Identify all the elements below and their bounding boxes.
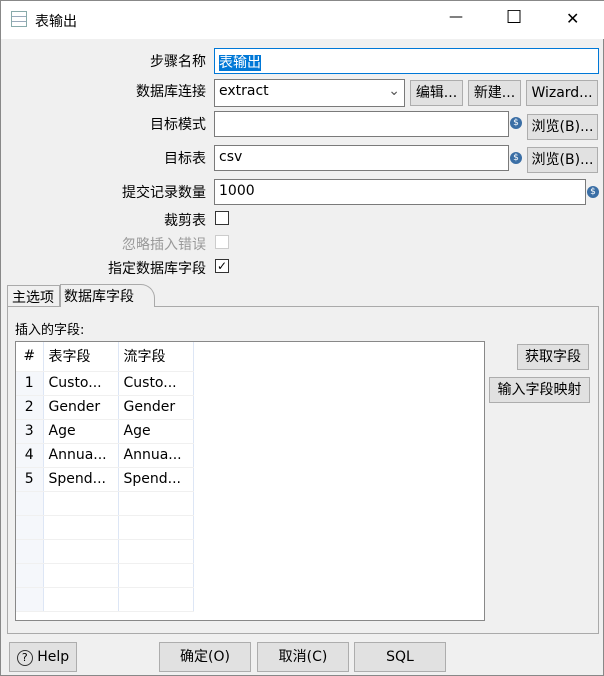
specify-fields-checkbox[interactable]: ✓ xyxy=(215,259,229,273)
stream-field-cell[interactable]: Custo... xyxy=(118,371,194,396)
table-field-cell[interactable]: Annua... xyxy=(43,443,119,468)
specify-fields-label: 指定数据库字段 xyxy=(108,261,206,277)
connection-label: 数据库连接 xyxy=(136,84,206,100)
stream-field-cell[interactable]: Annua... xyxy=(118,443,194,468)
browse-table-button[interactable]: 浏览(B)... xyxy=(527,147,598,173)
edit-button[interactable]: 编辑... xyxy=(410,80,463,106)
ignore-errors-checkbox[interactable] xyxy=(215,235,229,249)
close-button[interactable]: ✕ xyxy=(566,9,579,28)
variable-icon: $ xyxy=(510,152,522,164)
row-index: 2 xyxy=(16,395,44,420)
table-row[interactable]: 3 Age Age xyxy=(16,419,194,444)
connection-select[interactable]: extract ⌄ xyxy=(214,79,405,107)
empty-row xyxy=(16,587,194,612)
empty-row xyxy=(16,515,194,540)
ignore-errors-label: 忽略插入错误 xyxy=(122,237,206,253)
help-icon: ? xyxy=(16,650,33,666)
fields-label: 插入的字段: xyxy=(15,323,85,338)
empty-row xyxy=(16,563,194,588)
step-name-value: 表输出 xyxy=(219,55,261,71)
maximize-button[interactable]: ☐ xyxy=(506,7,522,28)
table-row[interactable]: 2 Gender Gender xyxy=(16,395,194,420)
table-icon xyxy=(11,11,27,27)
wizard-button[interactable]: Wizard... xyxy=(526,80,598,106)
tab-database-fields[interactable]: 数据库字段 xyxy=(60,284,155,307)
sql-button[interactable]: SQL xyxy=(354,642,446,672)
map-fields-button[interactable]: 输入字段映射 xyxy=(489,377,590,403)
table-input[interactable]: csv xyxy=(214,145,509,171)
connection-value: extract xyxy=(219,83,269,99)
row-index: 1 xyxy=(16,371,44,396)
schema-input[interactable] xyxy=(214,111,509,137)
browse-schema-button[interactable]: 浏览(B)... xyxy=(527,114,598,140)
table-field-cell[interactable]: Custo... xyxy=(43,371,119,396)
variable-icon: $ xyxy=(587,186,599,198)
stream-field-cell[interactable]: Age xyxy=(118,419,194,444)
window-title: 表输出 xyxy=(35,14,77,30)
help-label: Help xyxy=(37,649,70,665)
schema-label: 目标模式 xyxy=(150,117,206,133)
stream-field-cell[interactable]: Spend... xyxy=(118,467,194,492)
table-field-cell[interactable]: Gender xyxy=(43,395,119,420)
step-name-label: 步骤名称 xyxy=(150,54,206,70)
column-header-table-field[interactable]: 表字段 xyxy=(43,342,119,372)
column-header-index[interactable]: # xyxy=(16,342,44,372)
empty-row xyxy=(16,539,194,564)
commit-size-input[interactable]: 1000 xyxy=(214,179,586,205)
table-row[interactable]: 1 Custo... Custo... xyxy=(16,371,194,396)
variable-icon: $ xyxy=(510,117,522,129)
title-bar: 表输出 — ☐ ✕ xyxy=(1,1,604,39)
row-index: 4 xyxy=(16,443,44,468)
column-header-stream-field[interactable]: 流字段 xyxy=(118,342,194,372)
minimize-button[interactable]: — xyxy=(449,9,463,25)
row-index: 3 xyxy=(16,419,44,444)
fields-table[interactable]: # 表字段 流字段 1 Custo... Custo... 2 Gender Gender 3 A… xyxy=(15,341,485,621)
table-row[interactable]: 5 Spend... Spend... xyxy=(16,467,194,492)
commit-size-label: 提交记录数量 xyxy=(122,185,206,201)
empty-row xyxy=(16,491,194,516)
stream-field-cell[interactable]: Gender xyxy=(118,395,194,420)
truncate-checkbox[interactable] xyxy=(215,211,229,225)
new-button[interactable]: 新建... xyxy=(468,80,521,106)
table-field-cell[interactable]: Age xyxy=(43,419,119,444)
get-fields-button[interactable]: 获取字段 xyxy=(517,344,589,370)
table-row[interactable]: 4 Annua... Annua... xyxy=(16,443,194,468)
tab-main-options[interactable]: 主选项 xyxy=(7,285,60,306)
ok-button[interactable]: 确定(O) xyxy=(159,642,251,672)
cancel-button[interactable]: 取消(C) xyxy=(257,642,349,672)
table-label: 目标表 xyxy=(164,151,206,167)
table-field-cell[interactable]: Spend... xyxy=(43,467,119,492)
chevron-down-icon: ⌄ xyxy=(388,83,400,99)
row-index: 5 xyxy=(16,467,44,492)
truncate-label: 裁剪表 xyxy=(164,213,206,229)
step-name-input[interactable]: 表输出 xyxy=(214,48,599,74)
help-button[interactable]: ? Help xyxy=(9,642,77,672)
